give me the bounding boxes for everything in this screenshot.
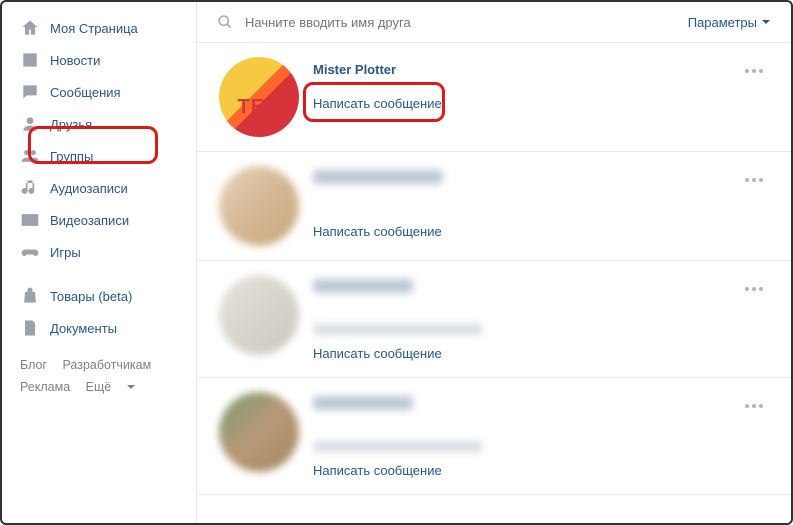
footer-more[interactable]: Ещё xyxy=(86,376,137,398)
write-message-link[interactable]: Написать сообщение xyxy=(313,224,442,239)
nav-my-page[interactable]: Моя Страница xyxy=(2,12,196,44)
nav-video[interactable]: Видеозаписи xyxy=(2,204,196,236)
nav-label: Игры xyxy=(50,245,81,260)
nav-label: Новости xyxy=(50,53,100,68)
chevron-down-icon xyxy=(761,17,771,27)
avatar[interactable] xyxy=(219,57,299,137)
games-icon xyxy=(20,242,40,262)
nav-friends[interactable]: Друзья xyxy=(2,108,196,140)
friend-row: Написать сообщение xyxy=(197,152,791,261)
more-icon[interactable] xyxy=(739,398,769,414)
nav-messages[interactable]: Сообщения xyxy=(2,76,196,108)
video-icon xyxy=(20,210,40,230)
home-icon xyxy=(20,18,40,38)
main-content: Параметры Mister Plotter Написать сообще… xyxy=(197,2,791,523)
nav-games[interactable]: Игры xyxy=(2,236,196,268)
nav-label: Аудиозаписи xyxy=(50,181,128,196)
nav-label: Видеозаписи xyxy=(50,213,129,228)
more-icon[interactable] xyxy=(739,63,769,79)
nav-label: Товары (beta) xyxy=(50,289,132,304)
nav-market[interactable]: Товары (beta) xyxy=(2,280,196,312)
search-input[interactable] xyxy=(245,15,688,30)
footer-links: Блог Разработчикам Реклама Ещё xyxy=(2,344,196,408)
nav-docs[interactable]: Документы xyxy=(2,312,196,344)
footer-dev[interactable]: Разработчикам xyxy=(63,358,152,372)
nav-groups[interactable]: Группы xyxy=(2,140,196,172)
doc-icon xyxy=(20,318,40,338)
friend-row: Написать сообщение xyxy=(197,378,791,495)
more-icon[interactable] xyxy=(739,172,769,188)
search-icon xyxy=(217,14,233,30)
params-button[interactable]: Параметры xyxy=(688,15,771,30)
friend-name-link[interactable]: Mister Plotter xyxy=(313,62,396,77)
footer-ads[interactable]: Реклама xyxy=(20,380,70,394)
nav-audio[interactable]: Аудиозаписи xyxy=(2,172,196,204)
search-bar: Параметры xyxy=(197,2,791,43)
news-icon xyxy=(20,50,40,70)
write-message-link[interactable]: Написать сообщение xyxy=(313,346,442,361)
sidebar: Моя Страница Новости Сообщения Друзья Гр… xyxy=(2,2,197,523)
nav-label: Друзья xyxy=(50,117,92,132)
friend-row: Написать сообщение xyxy=(197,261,791,378)
bag-icon xyxy=(20,286,40,306)
groups-icon xyxy=(20,146,40,166)
friends-icon xyxy=(20,114,40,134)
friend-row: Mister Plotter Написать сообщение xyxy=(197,43,791,152)
music-icon xyxy=(20,178,40,198)
friend-subtitle xyxy=(313,441,483,452)
write-message-link[interactable]: Написать сообщение xyxy=(313,96,442,111)
friends-list: Mister Plotter Написать сообщение Написа… xyxy=(197,43,791,523)
avatar[interactable] xyxy=(219,166,299,246)
friend-subtitle xyxy=(313,324,483,335)
friend-name-link[interactable] xyxy=(313,170,443,184)
nav-label: Документы xyxy=(50,321,117,336)
nav-label: Группы xyxy=(50,149,93,164)
write-message-link[interactable]: Написать сообщение xyxy=(313,463,442,478)
nav-label: Сообщения xyxy=(50,85,121,100)
more-icon[interactable] xyxy=(739,281,769,297)
chevron-down-icon xyxy=(126,382,136,392)
avatar[interactable] xyxy=(219,275,299,355)
message-icon xyxy=(20,82,40,102)
nav-label: Моя Страница xyxy=(50,21,138,36)
avatar[interactable] xyxy=(219,392,299,472)
friend-name-link[interactable] xyxy=(313,396,413,410)
friend-name-link[interactable] xyxy=(313,279,413,293)
nav-news[interactable]: Новости xyxy=(2,44,196,76)
footer-blog[interactable]: Блог xyxy=(20,358,47,372)
